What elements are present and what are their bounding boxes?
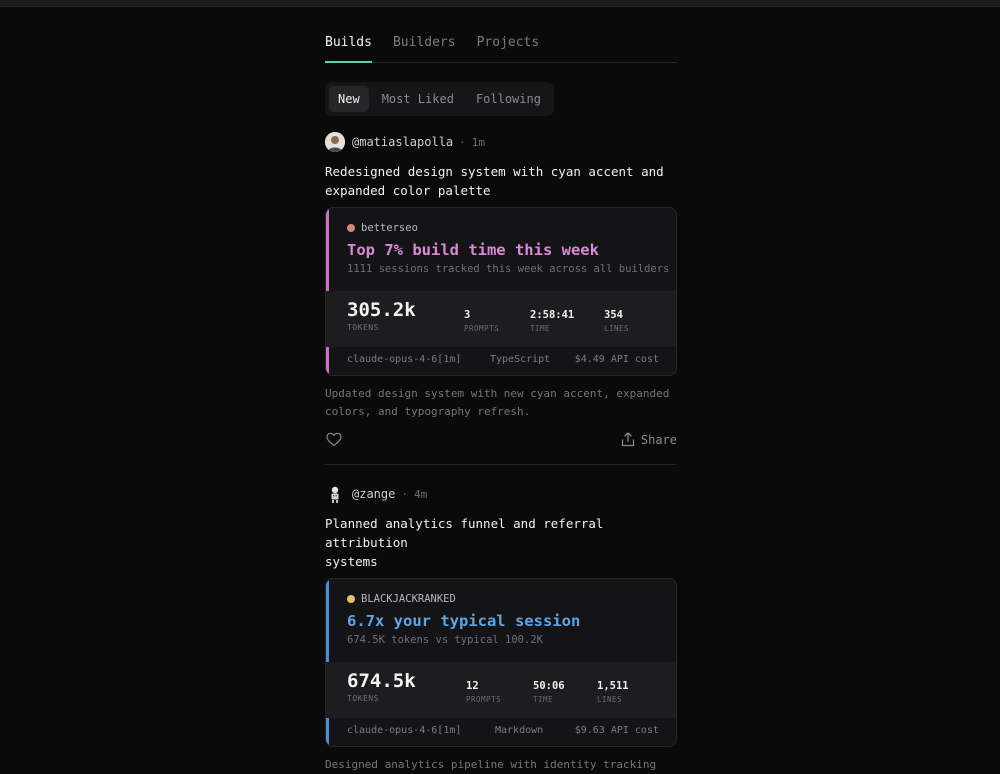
language-label: Markdown xyxy=(495,725,544,736)
time-value: 2:58:41 xyxy=(530,309,575,321)
card-headline: Top 7% build time this week xyxy=(347,241,599,259)
post-title-line: systems xyxy=(325,554,378,569)
build-post: @zange · 4m Planned analytics funnel and… xyxy=(325,484,677,774)
post-timestamp: 4m xyxy=(413,487,428,501)
post-divider xyxy=(325,464,677,465)
project-label[interactable]: betterseo xyxy=(347,222,676,234)
time-label: TIME xyxy=(530,324,551,333)
lines-stat: 354 LINES xyxy=(604,309,629,333)
separator-dot: · xyxy=(459,135,466,149)
prompts-label: PROMPTS xyxy=(464,324,500,333)
card-footer: claude-opus-4-6[1m] Markdown $9.63 API c… xyxy=(326,718,676,746)
card-headline: 6.7x your typical session xyxy=(347,612,581,630)
lines-value: 1,511 xyxy=(597,680,629,692)
card-subline: 1111 sessions tracked this week across a… xyxy=(347,263,670,275)
post-author-handle[interactable]: @zange xyxy=(352,487,395,501)
tokens-stat: 674.5k TOKENS xyxy=(347,670,416,703)
prompts-value: 12 xyxy=(466,680,479,692)
project-name: betterseo xyxy=(361,222,418,234)
post-title: Redesigned design system with cyan accen… xyxy=(325,162,677,200)
post-timestamp: 1m xyxy=(471,135,486,149)
post-title-line: Planned analytics funnel and referral at… xyxy=(325,516,604,550)
api-cost: $4.49 API cost xyxy=(574,354,659,365)
time-stat: 50:06 TIME xyxy=(533,680,565,704)
share-icon xyxy=(621,432,634,447)
filter-new[interactable]: New xyxy=(329,86,369,112)
stats-row: 305.2k TOKENS 3 PROMPTS 2:58:41 TIME 354… xyxy=(326,291,676,347)
tokens-value: 305.2k xyxy=(347,299,416,321)
main-tabs: Builds Builders Projects xyxy=(325,33,677,63)
project-label[interactable]: BLACKJACKRANKED xyxy=(347,593,676,605)
tokens-label: TOKENS xyxy=(347,694,379,703)
post-description: Designed analytics pipeline with identit… xyxy=(325,756,677,774)
prompts-label: PROMPTS xyxy=(466,695,502,704)
tokens-value: 674.5k xyxy=(347,670,416,692)
description-line: Updated design system with new cyan acce… xyxy=(325,387,670,400)
like-button[interactable] xyxy=(326,432,342,451)
avatar[interactable] xyxy=(325,132,345,152)
time-value: 50:06 xyxy=(533,680,565,692)
prompts-stat: 12 PROMPTS xyxy=(466,680,501,704)
project-name: BLACKJACKRANKED xyxy=(361,593,456,605)
person-avatar-icon xyxy=(325,132,345,152)
share-label: Share xyxy=(640,432,677,447)
post-header: @zange · 4m xyxy=(325,484,677,504)
post-title-line: expanded color palette xyxy=(325,183,491,198)
lines-value: 354 xyxy=(604,309,623,321)
time-label: TIME xyxy=(533,695,554,704)
project-dot-icon xyxy=(347,224,355,232)
card-footer: claude-opus-4-6[1m] TypeScript $4.49 API… xyxy=(326,347,676,375)
lines-label: LINES xyxy=(604,324,630,333)
tab-builds[interactable]: Builds xyxy=(325,33,372,63)
avatar[interactable] xyxy=(325,484,345,504)
share-button[interactable]: Share xyxy=(621,432,677,447)
tab-builders[interactable]: Builders xyxy=(393,33,456,61)
post-title-line: Redesigned design system with cyan accen… xyxy=(325,164,664,179)
prompts-stat: 3 PROMPTS xyxy=(464,309,499,333)
model-name: claude-opus-4-6[1m] xyxy=(347,354,462,365)
separator-dot: · xyxy=(401,487,408,501)
time-stat: 2:58:41 TIME xyxy=(530,309,574,333)
card-subline: 674.5K tokens vs typical 100.2K xyxy=(347,634,543,646)
model-name: claude-opus-4-6[1m] xyxy=(347,725,462,736)
post-header: @matiaslapolla · 1m xyxy=(325,132,677,152)
description-line: Designed analytics pipeline with identit… xyxy=(325,758,657,771)
stats-row: 674.5k TOKENS 12 PROMPTS 50:06 TIME 1,51… xyxy=(326,662,676,718)
description-line: colors, and typography refresh. xyxy=(325,405,531,418)
project-dot-icon xyxy=(347,595,355,603)
heart-icon xyxy=(326,432,342,447)
api-cost: $9.63 API cost xyxy=(574,725,659,736)
post-actions: Share xyxy=(325,432,677,450)
tab-projects[interactable]: Projects xyxy=(477,33,540,61)
post-description: Updated design system with new cyan acce… xyxy=(325,385,677,421)
build-stats-card[interactable]: BLACKJACKRANKED 6.7x your typical sessio… xyxy=(325,578,677,747)
tokens-label: TOKENS xyxy=(347,323,379,332)
lines-stat: 1,511 LINES xyxy=(597,680,629,704)
sort-filter: New Most Liked Following xyxy=(325,82,554,116)
filter-following[interactable]: Following xyxy=(467,86,550,112)
post-title: Planned analytics funnel and referral at… xyxy=(325,514,677,571)
prompts-value: 3 xyxy=(464,309,471,321)
window-top-bar xyxy=(0,0,1000,7)
post-author-handle[interactable]: @matiaslapolla xyxy=(352,135,453,149)
build-post: @matiaslapolla · 1m Redesigned design sy… xyxy=(325,132,677,450)
filter-most-liked[interactable]: Most Liked xyxy=(373,86,463,112)
build-stats-card[interactable]: betterseo Top 7% build time this week 11… xyxy=(325,207,677,376)
lines-label: LINES xyxy=(597,695,623,704)
character-avatar-icon xyxy=(325,484,345,504)
language-label: TypeScript xyxy=(490,354,551,365)
tokens-stat: 305.2k TOKENS xyxy=(347,299,416,332)
